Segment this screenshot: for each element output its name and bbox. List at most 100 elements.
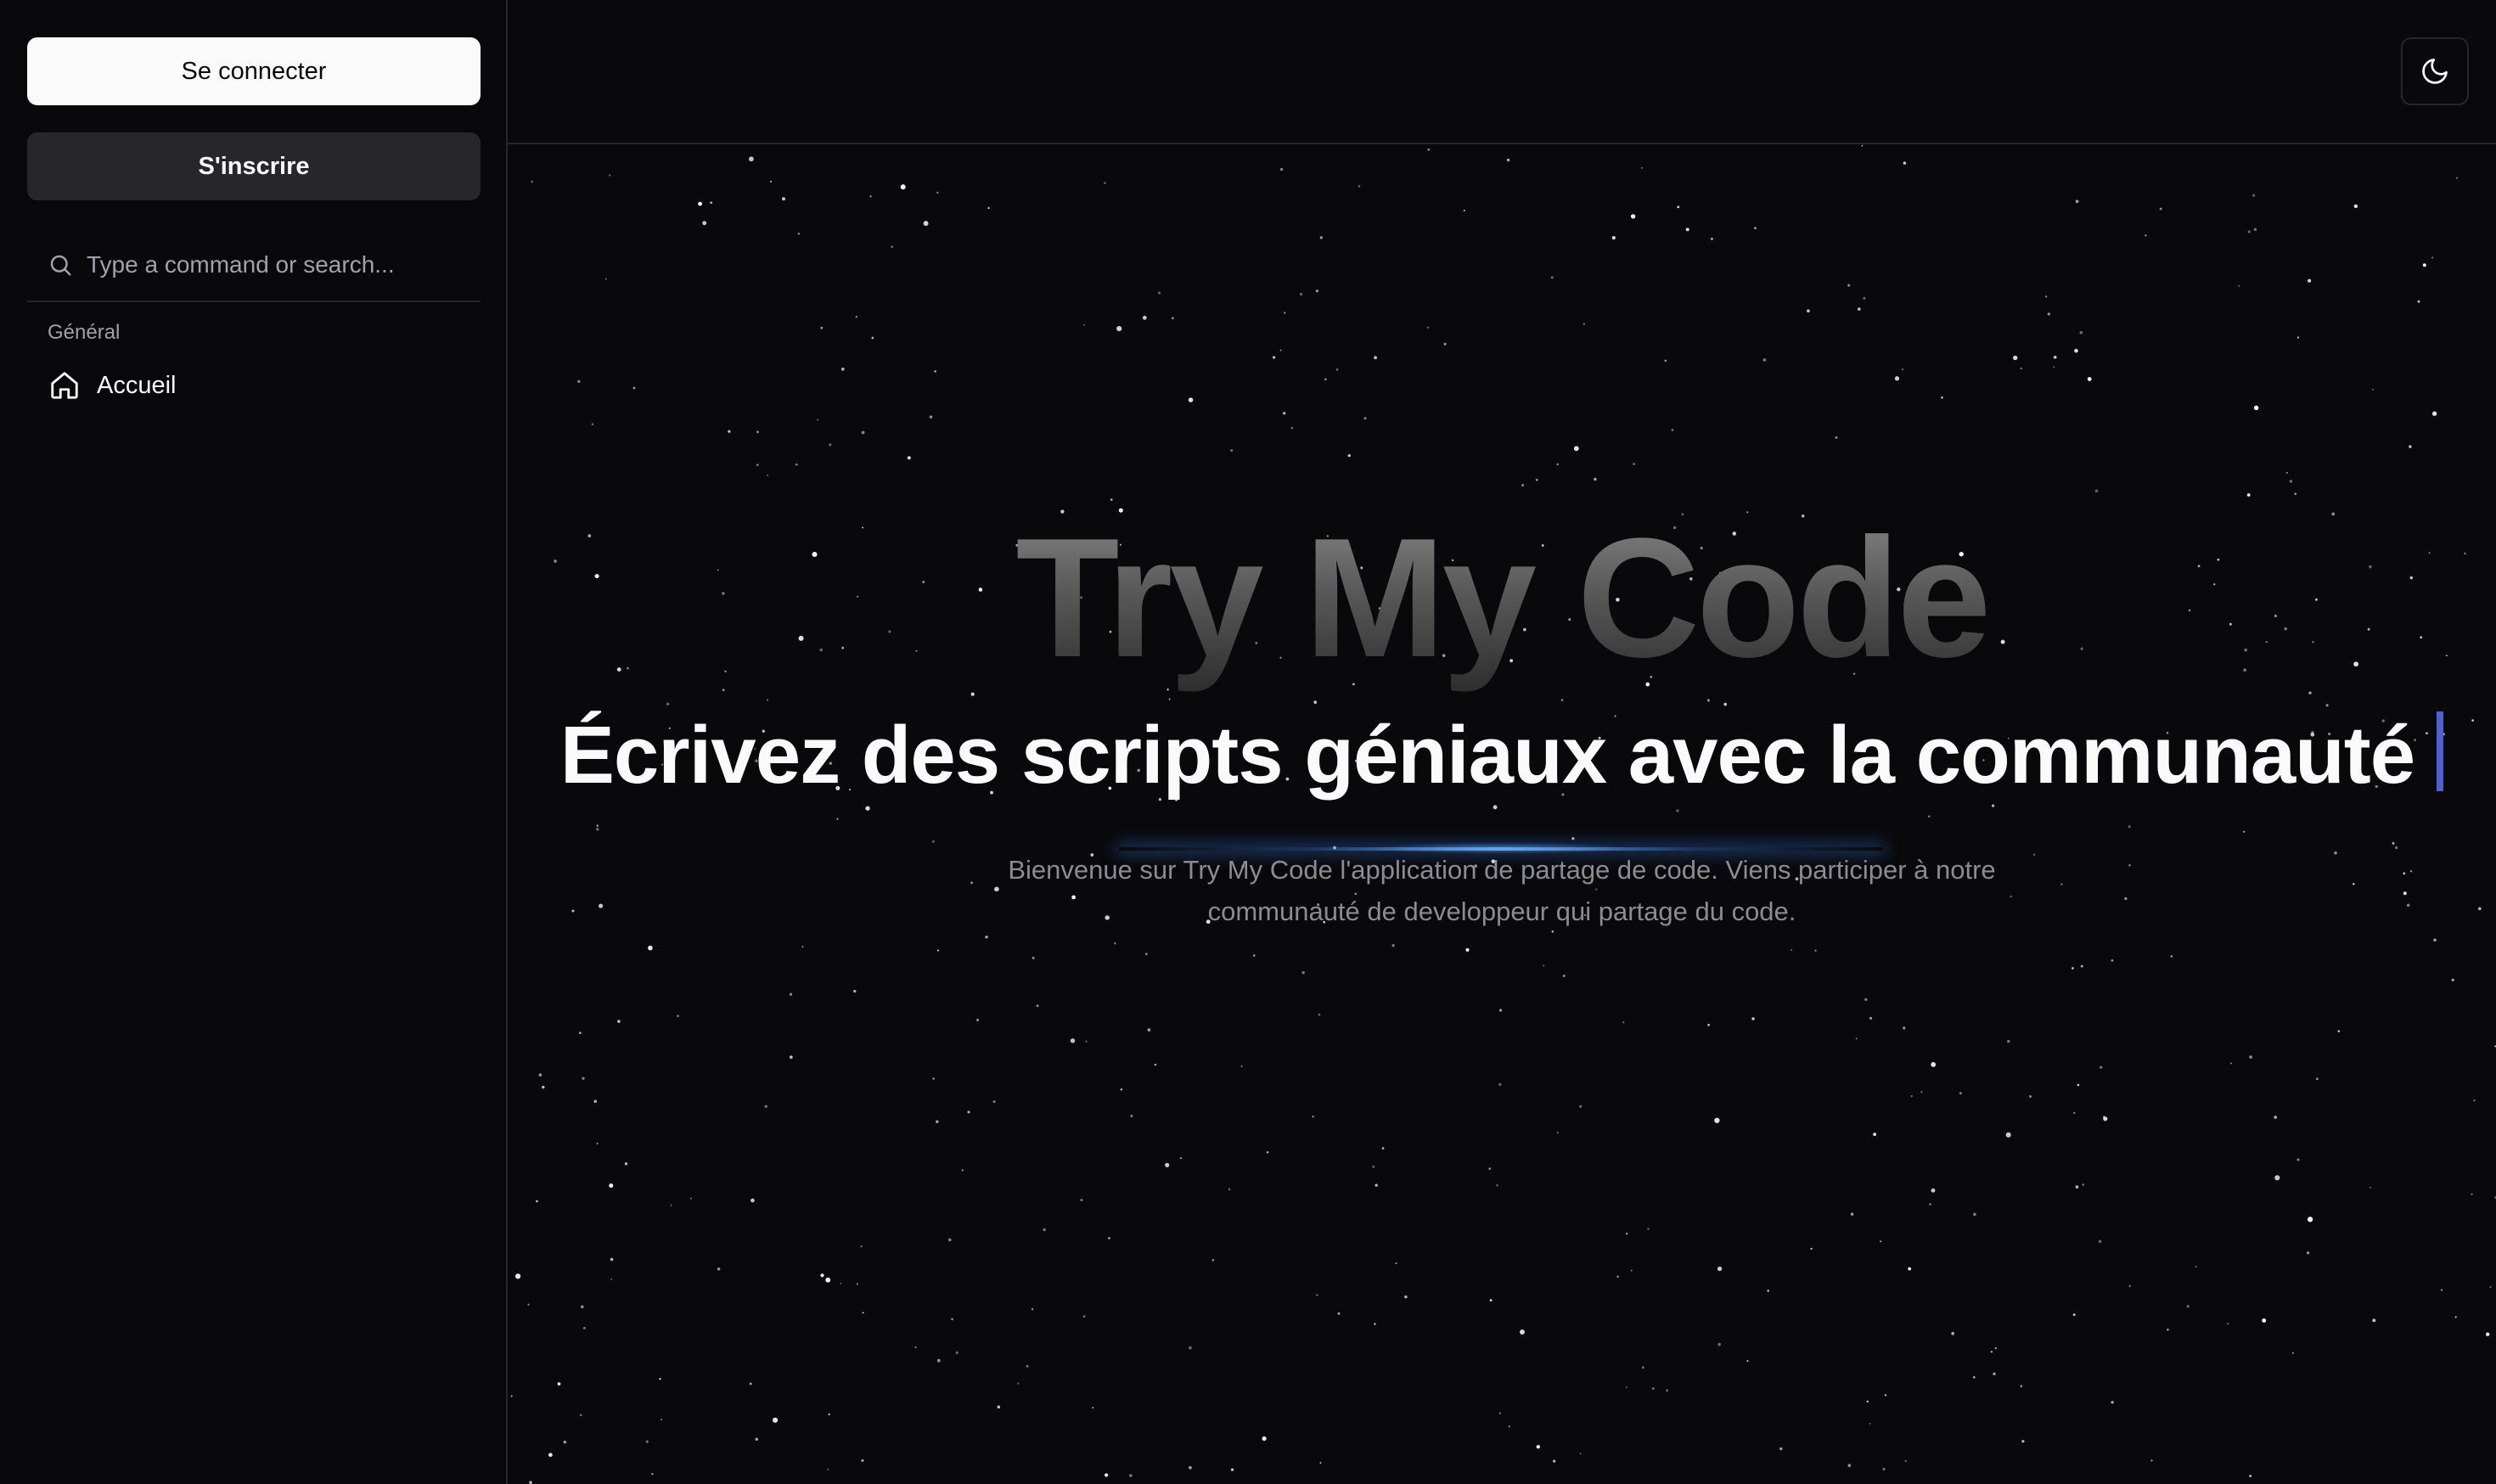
star xyxy=(947,1238,952,1242)
star xyxy=(2315,1077,2319,1081)
star xyxy=(1395,1262,1397,1265)
star xyxy=(2296,1158,2300,1161)
star xyxy=(2308,278,2312,283)
star xyxy=(2455,177,2459,180)
star xyxy=(1363,417,1367,420)
star xyxy=(563,1440,567,1444)
star xyxy=(1573,446,1579,452)
star xyxy=(932,1077,935,1080)
star xyxy=(756,430,759,434)
star xyxy=(865,806,870,811)
star xyxy=(1315,289,1319,293)
star xyxy=(1908,1267,1912,1271)
star xyxy=(648,945,653,951)
star xyxy=(2007,1039,2010,1043)
star xyxy=(1762,358,1767,362)
star xyxy=(1080,1199,1083,1201)
star xyxy=(1941,396,1943,399)
star xyxy=(1316,1294,1318,1296)
star xyxy=(661,1419,663,1421)
sidebar-item-label: Accueil xyxy=(97,371,177,399)
star xyxy=(1582,323,1586,326)
star xyxy=(2111,1401,2114,1404)
star xyxy=(2253,228,2257,232)
app-root: Se connecter S'inscrire Général Accueil xyxy=(0,0,2496,1484)
star xyxy=(1685,228,1689,232)
star xyxy=(1372,1165,1375,1168)
star xyxy=(2020,1385,2023,1388)
star xyxy=(820,1273,824,1278)
star xyxy=(2251,194,2256,197)
star xyxy=(1717,1342,1722,1346)
star xyxy=(992,1100,996,1104)
star xyxy=(1165,1162,1170,1167)
star xyxy=(2075,200,2079,204)
star xyxy=(987,206,990,210)
star xyxy=(750,1198,755,1203)
star xyxy=(1465,947,1470,952)
signup-button[interactable]: S'inscrire xyxy=(27,132,481,200)
star xyxy=(2285,471,2288,474)
star xyxy=(1032,956,1035,959)
star xyxy=(2291,1352,2294,1354)
star xyxy=(1666,1389,1669,1392)
star xyxy=(829,443,832,447)
star xyxy=(767,699,769,701)
star xyxy=(1903,1026,1906,1030)
star xyxy=(580,1305,584,1309)
star xyxy=(2238,284,2240,287)
star xyxy=(1498,1082,1502,1087)
star xyxy=(1562,975,1566,977)
star xyxy=(840,367,845,371)
star xyxy=(1499,1412,1501,1414)
star xyxy=(1189,1465,1192,1470)
star xyxy=(797,233,801,235)
star xyxy=(2072,967,2074,970)
star xyxy=(542,1085,545,1089)
star xyxy=(1230,449,1234,453)
sidebar-item-accueil[interactable]: Accueil xyxy=(36,360,477,411)
star xyxy=(2227,1323,2229,1325)
star xyxy=(1920,1091,1923,1093)
star xyxy=(1959,1092,1962,1095)
star xyxy=(596,1142,599,1144)
star xyxy=(2249,1475,2252,1478)
star xyxy=(891,245,893,248)
theme-toggle-button[interactable] xyxy=(2401,37,2469,105)
star xyxy=(1211,1258,1215,1262)
star xyxy=(1358,185,1361,188)
star xyxy=(853,989,857,993)
star xyxy=(710,201,713,205)
star xyxy=(1266,1151,1269,1154)
star xyxy=(1116,325,1122,332)
star xyxy=(1751,1017,1755,1020)
star xyxy=(1880,1240,1882,1243)
star xyxy=(1710,237,1713,240)
star xyxy=(1120,1088,1123,1091)
star xyxy=(914,1346,917,1349)
star xyxy=(961,1169,964,1172)
star xyxy=(1884,1394,1887,1397)
star xyxy=(538,1073,542,1076)
star xyxy=(1855,1037,1858,1040)
star xyxy=(2047,312,2050,316)
star xyxy=(836,818,839,820)
star xyxy=(593,1099,598,1104)
star xyxy=(617,1020,621,1023)
star xyxy=(2075,1185,2079,1189)
star xyxy=(1520,1329,1525,1335)
star xyxy=(1973,1212,1976,1217)
login-button[interactable]: Se connecter xyxy=(27,37,481,105)
star xyxy=(2145,234,2147,237)
star xyxy=(1671,429,1674,431)
star xyxy=(1633,463,1635,465)
star xyxy=(2471,1193,2473,1195)
star xyxy=(2074,348,2078,353)
search-input[interactable] xyxy=(87,239,481,290)
star xyxy=(527,1303,530,1306)
star xyxy=(1262,1436,1267,1442)
star xyxy=(1496,1183,1498,1187)
star xyxy=(1973,1376,1976,1379)
star xyxy=(782,197,785,201)
star xyxy=(1866,1400,1869,1403)
